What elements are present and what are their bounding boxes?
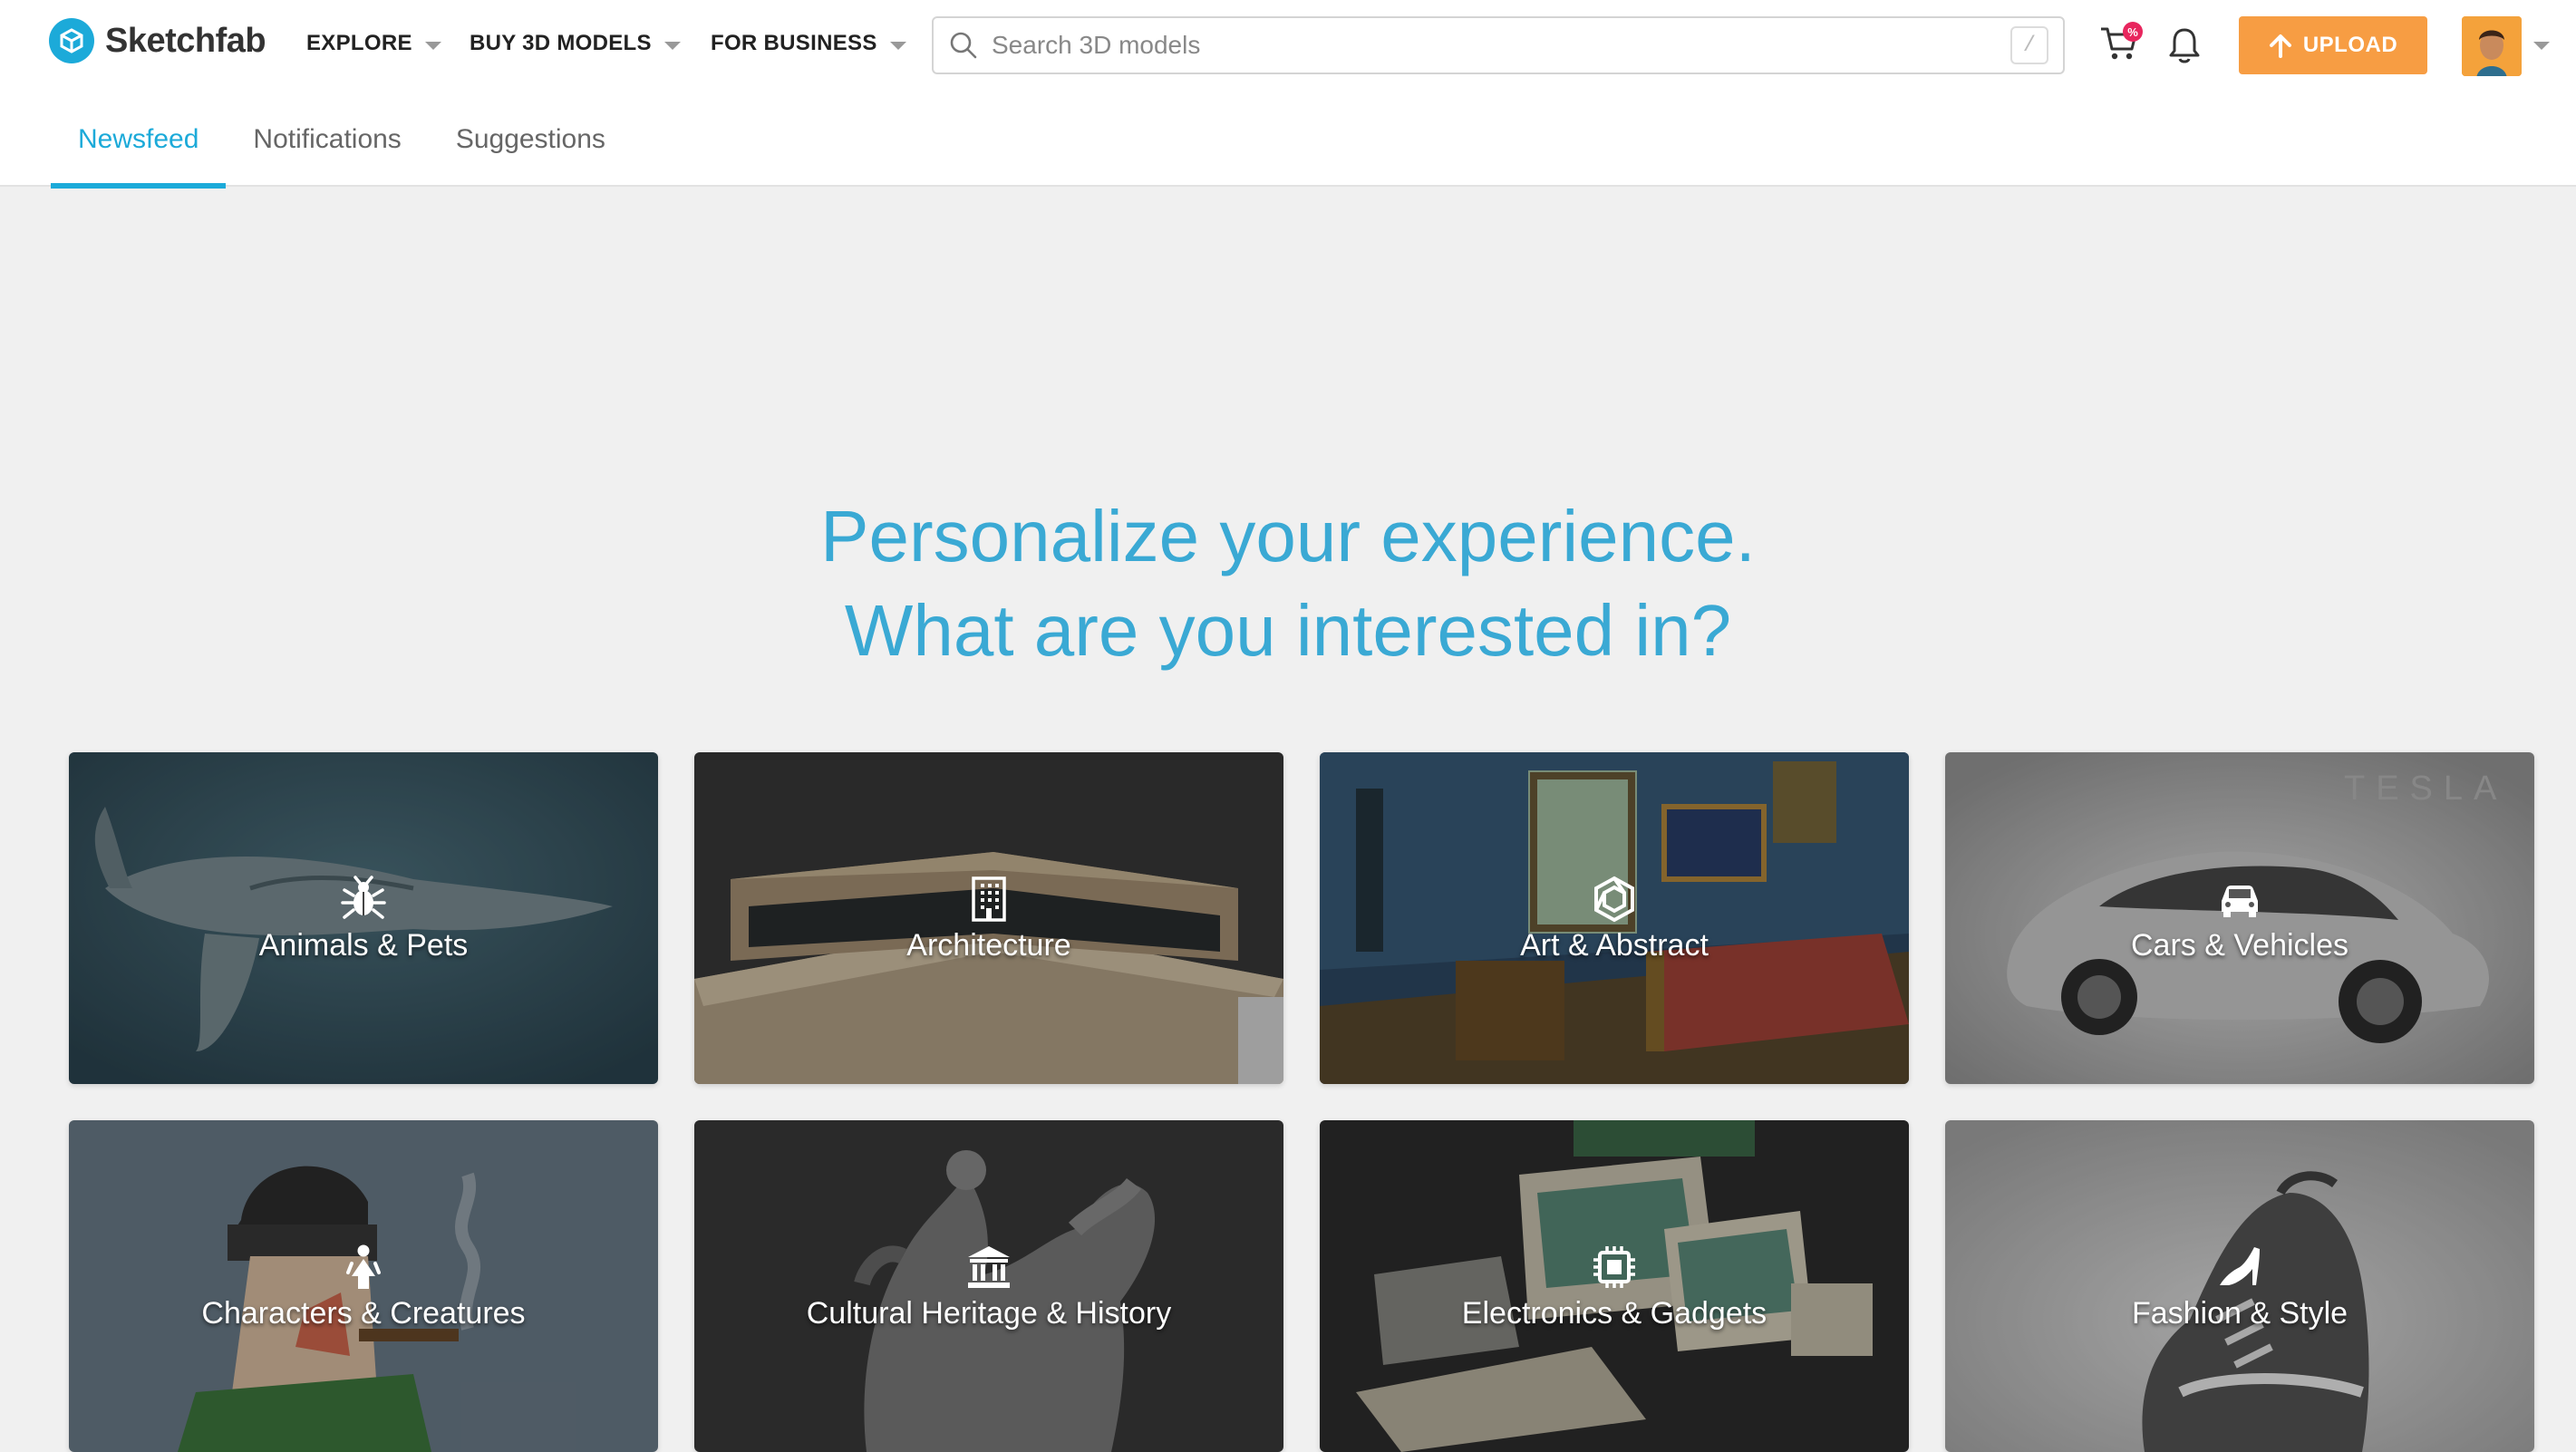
avatar[interactable] bbox=[2462, 16, 2522, 76]
top-bar: Sketchfab EXPLORE BUY 3D MODELS FOR BUSI… bbox=[0, 0, 2576, 92]
upload-button[interactable]: UPLOAD bbox=[2239, 16, 2427, 74]
category-label: Characters & Creatures bbox=[201, 1296, 526, 1331]
category-card-electronics-gadgets[interactable]: Electronics & Gadgets bbox=[1320, 1120, 1909, 1452]
logo[interactable]: Sketchfab bbox=[49, 18, 266, 63]
nav-buy-3d-models[interactable]: BUY 3D MODELS bbox=[470, 24, 681, 63]
chevron-down-icon bbox=[663, 41, 681, 50]
category-label: Fashion & Style bbox=[2131, 1296, 2348, 1331]
site-header: Sketchfab EXPLORE BUY 3D MODELS FOR BUSI… bbox=[0, 0, 2576, 189]
category-card-cultural-heritage-history[interactable]: Cultural Heritage & History bbox=[694, 1120, 1283, 1452]
chevron-down-icon[interactable] bbox=[2533, 42, 2550, 50]
upload-label: UPLOAD bbox=[2302, 33, 2398, 57]
bell-icon bbox=[2169, 28, 2200, 63]
nav-for-business[interactable]: FOR BUSINESS bbox=[711, 24, 906, 63]
nav-buy-label: BUY 3D MODELS bbox=[470, 31, 652, 55]
person-icon bbox=[69, 1244, 658, 1291]
category-label: Animals & Pets bbox=[258, 928, 469, 963]
chevron-down-icon bbox=[889, 41, 906, 50]
search-shortcut-key: / bbox=[2010, 26, 2048, 64]
category-card-art-abstract[interactable]: Art & Abstract bbox=[1320, 752, 1909, 1084]
search-box: / bbox=[932, 16, 2065, 74]
arrow-up-icon bbox=[2269, 34, 2291, 58]
bug-icon bbox=[69, 876, 658, 923]
high-heel-icon bbox=[1945, 1244, 2534, 1291]
category-label: Cultural Heritage & History bbox=[806, 1296, 1172, 1331]
category-label: Cars & Vehicles bbox=[2131, 928, 2348, 963]
tab-suggestions[interactable]: Suggestions bbox=[429, 92, 633, 187]
headline-line-1: Personalize your experience. bbox=[820, 496, 1756, 576]
category-card-characters-creatures[interactable]: Characters & Creatures bbox=[69, 1120, 658, 1452]
headline-line-2: What are you interested in? bbox=[844, 590, 1732, 671]
tab-notifications[interactable]: Notifications bbox=[226, 92, 428, 187]
category-label: Art & Abstract bbox=[1520, 928, 1709, 963]
cart-button[interactable]: % bbox=[2099, 22, 2143, 67]
museum-icon bbox=[694, 1244, 1283, 1291]
category-grid: Animals & Pets Architecture Art & Abstra… bbox=[69, 752, 2536, 1452]
chip-icon bbox=[1320, 1244, 1909, 1291]
sketchfab-cube-icon bbox=[49, 18, 94, 63]
abstract-knot-icon bbox=[1320, 876, 1909, 923]
category-label: Electronics & Gadgets bbox=[1461, 1296, 1767, 1331]
chevron-down-icon bbox=[424, 41, 441, 50]
category-card-fashion-style[interactable]: Fashion & Style bbox=[1945, 1120, 2534, 1452]
search-icon[interactable] bbox=[948, 30, 979, 61]
notifications-button[interactable] bbox=[2166, 25, 2206, 65]
category-label: Architecture bbox=[906, 928, 1071, 963]
nav-explore-label: EXPLORE bbox=[306, 31, 412, 55]
category-card-cars-vehicles[interactable]: TESLA Cars & Vehicles bbox=[1945, 752, 2534, 1084]
tab-newsfeed[interactable]: Newsfeed bbox=[51, 92, 227, 189]
building-icon bbox=[694, 876, 1283, 923]
nav-business-label: FOR BUSINESS bbox=[711, 31, 877, 55]
feed-tabs: Newsfeed Notifications Suggestions bbox=[51, 92, 633, 189]
category-card-animals-pets[interactable]: Animals & Pets bbox=[69, 752, 658, 1084]
category-card-architecture[interactable]: Architecture bbox=[694, 752, 1283, 1084]
page-title: Personalize your experience. What are yo… bbox=[0, 489, 2576, 678]
search-input[interactable] bbox=[979, 20, 2010, 71]
brand-name: Sketchfab bbox=[105, 21, 266, 60]
nav-explore[interactable]: EXPLORE bbox=[306, 24, 441, 63]
car-icon bbox=[1945, 876, 2534, 923]
cart-badge: % bbox=[2123, 22, 2143, 42]
